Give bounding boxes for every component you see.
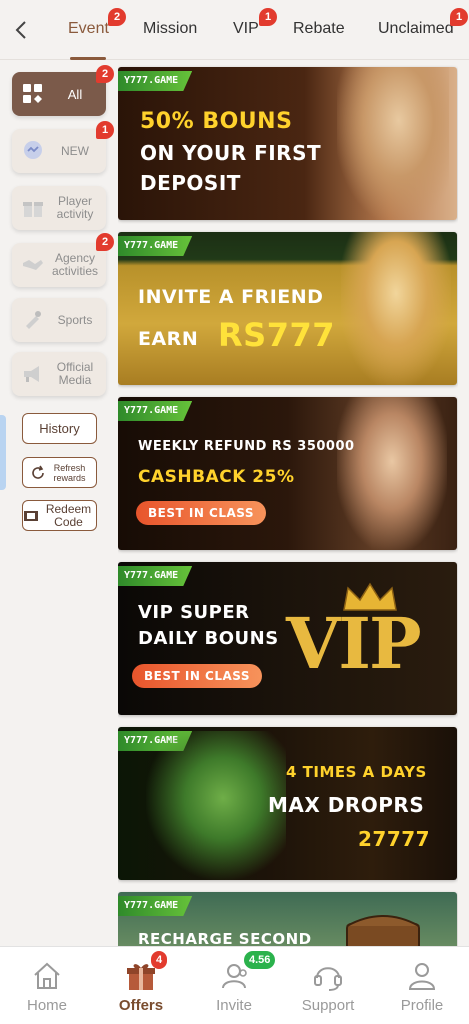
tab-mission[interactable]: Mission	[143, 20, 197, 38]
banner-amount: RS777	[218, 316, 335, 354]
headset-icon	[311, 959, 345, 993]
nav-support[interactable]: Support	[283, 959, 373, 1014]
all-grid-icon	[18, 79, 48, 109]
sidebar-item-label: All	[67, 86, 83, 102]
history-label: History	[39, 421, 80, 436]
nav-label: Offers	[118, 997, 164, 1014]
megaphone-icon	[18, 359, 48, 389]
tab-event-badge: 2	[108, 8, 126, 26]
banner-headline: RECHARGE SECOND	[138, 930, 312, 946]
promo-banner-recharge-second[interactable]: Y777.GAME RECHARGE SECOND	[118, 892, 457, 946]
promo-banner-weekly-refund[interactable]: Y777.GAME WEEKLY REFUND RS 350000 CASHBA…	[118, 397, 457, 550]
model-image	[337, 67, 449, 220]
banner-headline: VIP SUPER	[138, 602, 250, 623]
nav-label: Support	[301, 997, 355, 1014]
sidebar-new-badge: 1	[96, 121, 114, 139]
top-tab-bar: Event 2 Mission VIP 1 Rebate Unclaimed 1	[0, 0, 469, 60]
character-image	[146, 731, 286, 880]
ticket-icon	[23, 509, 39, 523]
sidebar-item-agency-activities[interactable]: Agency activities	[12, 243, 106, 287]
sidebar-item-official-media[interactable]: Official Media	[12, 352, 106, 396]
refresh-rewards-button[interactable]: Refresh rewards	[22, 457, 97, 488]
nav-label: Home	[26, 997, 67, 1014]
sidebar-all-badge: 2	[96, 65, 114, 83]
tab-unclaimed-badge: 1	[450, 8, 468, 26]
banner-line: EARN	[138, 328, 199, 350]
history-button[interactable]: History	[22, 413, 97, 444]
banner-headline: 50% BOUNS	[140, 109, 293, 134]
brand-tag: Y777.GAME	[118, 71, 193, 91]
sidebar-item-label: Official Media	[56, 360, 94, 387]
promo-banner-first-deposit[interactable]: Y777.GAME 50% BOUNS ON YOUR FIRST DEPOSI…	[118, 67, 457, 220]
home-icon	[30, 959, 64, 993]
sidebar-item-new[interactable]: NEW	[12, 129, 106, 173]
nav-label: Invite	[216, 997, 252, 1014]
sports-icon	[18, 305, 48, 335]
brand-tag: Y777.GAME	[118, 896, 193, 916]
banner-headline: WEEKLY REFUND RS 350000	[138, 439, 355, 454]
model-image	[337, 397, 447, 550]
nav-label: Profile	[400, 997, 444, 1014]
scroll-indicator	[0, 415, 6, 490]
sidebar-item-sports[interactable]: Sports	[12, 298, 106, 342]
nav-profile[interactable]: Profile	[377, 959, 467, 1014]
sidebar-item-all[interactable]: All	[12, 72, 106, 116]
sidebar-item-label: Sports	[57, 312, 93, 327]
chat-bubble-icon	[18, 136, 48, 166]
promotion-list: Y777.GAME 50% BOUNS ON YOUR FIRST DEPOSI…	[118, 60, 458, 946]
banner-headline: INVITE A FRIEND	[138, 286, 324, 308]
nav-offers-badge: 4	[151, 951, 168, 969]
tab-unclaimed[interactable]: Unclaimed	[378, 20, 454, 38]
promo-banner-max-drops[interactable]: Y777.GAME 4 TIMES A DAYS MAX DROPRS 2777…	[118, 727, 457, 880]
bottom-navigation: Home Offers 4 Invite 4.56 Support Profil…	[0, 946, 469, 1024]
sidebar-item-label: Player activity	[56, 194, 94, 221]
banner-line: CASHBACK 25%	[138, 467, 295, 487]
treasure-chest-icon	[343, 910, 423, 946]
best-in-class-button[interactable]: BEST IN CLASS	[132, 664, 263, 688]
gift-box-icon	[18, 193, 48, 223]
offers-screen: Event 2 Mission VIP 1 Rebate Unclaimed 1…	[0, 0, 469, 1024]
promo-banner-vip[interactable]: Y777.GAME VIP VIP SUPER DAILY BOUNS BEST…	[118, 562, 457, 715]
category-sidebar: All 2 NEW 1 Player activity Agency activ…	[0, 60, 114, 946]
handshake-icon	[18, 250, 48, 280]
brand-tag: Y777.GAME	[118, 236, 193, 256]
brand-tag: Y777.GAME	[118, 401, 193, 421]
redeem-label: Redeem Code	[45, 501, 92, 529]
nav-offers[interactable]: Offers	[96, 959, 186, 1014]
brand-tag: Y777.GAME	[118, 566, 193, 586]
nav-home[interactable]: Home	[2, 959, 92, 1014]
refresh-icon	[30, 465, 46, 481]
tab-vip[interactable]: VIP	[233, 20, 259, 38]
nav-invite-badge: 4.56	[244, 951, 276, 969]
person-icon	[405, 959, 439, 993]
refresh-label: Refresh rewards	[53, 462, 86, 483]
banner-amount: 27777	[358, 827, 431, 851]
sidebar-item-player-activity[interactable]: Player activity	[12, 186, 106, 230]
banner-line: DAILY BOUNS	[138, 628, 279, 649]
banner-headline: 4 TIMES A DAYS	[286, 763, 427, 781]
sidebar-item-label: Agency activities	[51, 251, 98, 278]
tab-vip-badge: 1	[259, 8, 277, 26]
promo-banner-invite-friend[interactable]: Y777.GAME INVITE A FRIEND EARN RS777	[118, 232, 457, 385]
sidebar-agency-badge: 2	[96, 233, 114, 251]
tab-rebate[interactable]: Rebate	[293, 20, 345, 38]
sidebar-item-label: NEW	[61, 143, 89, 158]
redeem-code-button[interactable]: Redeem Code	[22, 500, 97, 531]
banner-line: DEPOSIT	[140, 171, 241, 195]
vip-logo: VIP	[286, 602, 422, 685]
back-arrow-icon[interactable]	[10, 18, 34, 42]
banner-line: MAX DROPRS	[268, 793, 425, 817]
best-in-class-button[interactable]: BEST IN CLASS	[136, 501, 267, 525]
tab-event[interactable]: Event	[68, 20, 109, 38]
banner-line: ON YOUR FIRST	[140, 141, 322, 165]
character-image	[341, 232, 451, 385]
